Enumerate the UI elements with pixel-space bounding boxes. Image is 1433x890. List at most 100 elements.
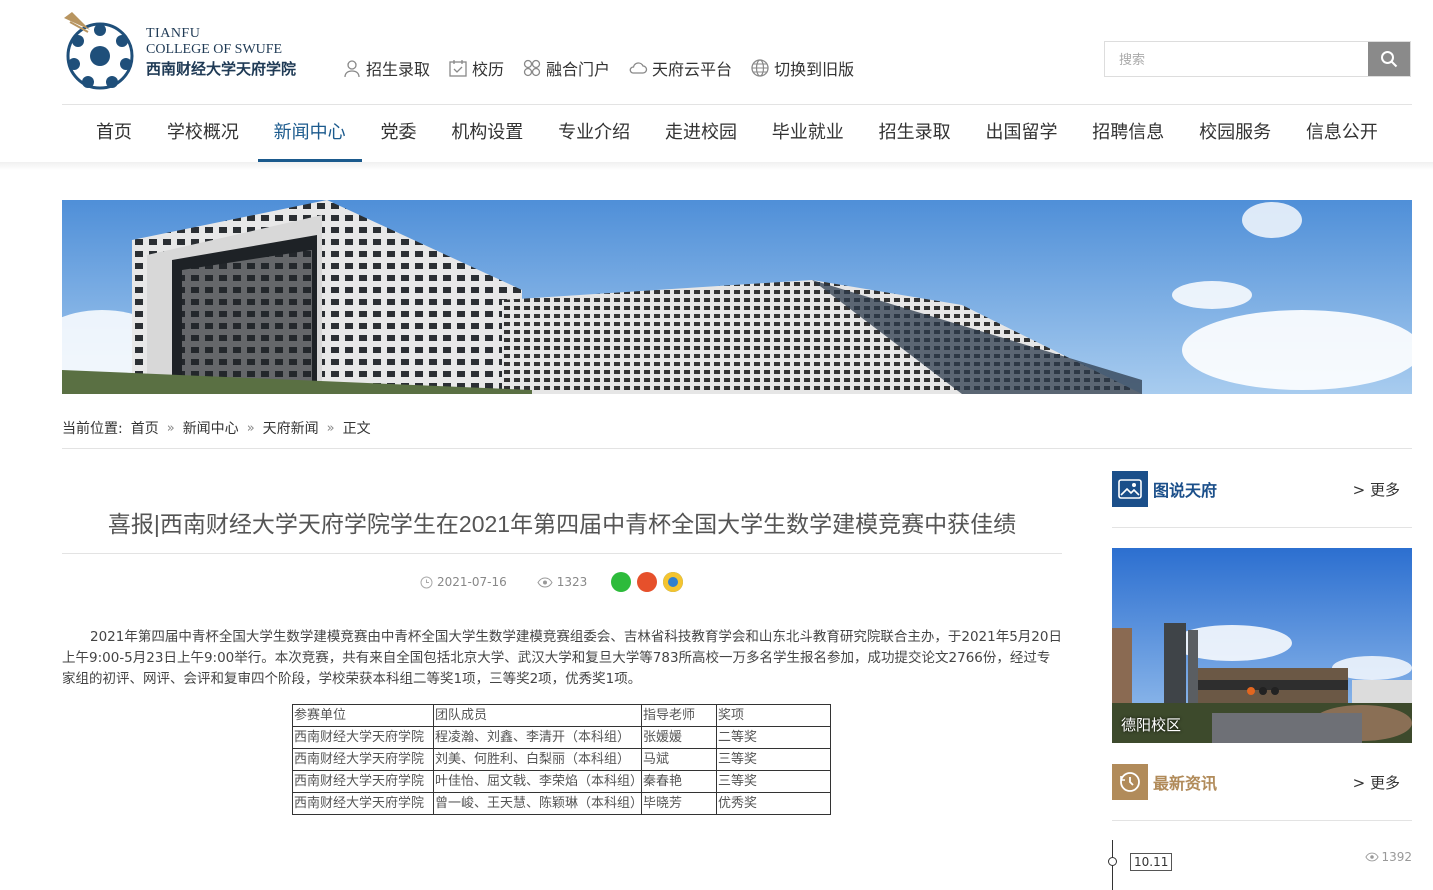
- table-header-cell: 团队成员: [433, 704, 642, 727]
- news-views-value: 1392: [1381, 850, 1412, 864]
- logo-emblem-icon: [64, 12, 134, 90]
- news-date-badge: 10.11: [1130, 853, 1173, 871]
- breadcrumb-separator: »: [246, 420, 255, 436]
- table-cell: 三等奖: [716, 770, 831, 793]
- nav-item[interactable]: 走进校园: [649, 104, 753, 162]
- table-header-cell: 指导老师: [641, 704, 717, 727]
- search-input[interactable]: [1105, 42, 1368, 76]
- quick-link-label: 融合门户: [546, 60, 611, 79]
- nav-item[interactable]: 招聘信息: [1076, 104, 1180, 162]
- breadcrumb-tianfu-news[interactable]: 天府新闻: [263, 418, 319, 438]
- weibo-share-icon[interactable]: [637, 572, 658, 592]
- nav-item[interactable]: 毕业就业: [756, 104, 860, 162]
- carousel-dot[interactable]: [1259, 687, 1267, 695]
- table-cell: 马斌: [641, 748, 717, 771]
- calendar-icon: [449, 60, 467, 77]
- breadcrumb-separator: »: [326, 420, 335, 436]
- table-cell: 二等奖: [716, 726, 831, 749]
- breadcrumb-prefix: 当前位置:: [62, 421, 123, 437]
- quick-link-old-version[interactable]: 切换到旧版: [750, 56, 854, 80]
- sidebar-news-title: 最新资讯: [1153, 774, 1218, 793]
- table-cell: 西南财经大学天府学院: [292, 792, 434, 815]
- campus-banner-image: [62, 200, 1412, 394]
- main-nav: 首页 学校概况 新闻中心 党委 机构设置 专业介绍 走进校园 毕业就业 招生录取 出国留学 招聘信息…: [62, 104, 1412, 162]
- campus-photo-carousel[interactable]: 德阳校区: [1112, 548, 1412, 743]
- share-buttons: [611, 572, 684, 592]
- nav-item[interactable]: 专业介绍: [542, 104, 646, 162]
- picture-icon: [1112, 471, 1148, 507]
- nav-item[interactable]: 信息公开: [1290, 104, 1394, 162]
- nav-item[interactable]: 学校概况: [151, 104, 255, 162]
- title-divider: [62, 553, 1062, 554]
- quick-link-admission[interactable]: 招生录取: [342, 56, 430, 80]
- sidebar-divider: [1112, 527, 1412, 528]
- breadcrumb-current: 正文: [342, 421, 371, 437]
- table-header-row: 参赛单位 团队成员 指导老师 奖项: [292, 704, 831, 727]
- globe-icon: [751, 59, 769, 77]
- nav-item[interactable]: 首页: [80, 104, 148, 162]
- breadcrumb-home[interactable]: 首页: [131, 418, 159, 438]
- breadcrumb-separator: »: [166, 420, 175, 436]
- table-header-cell: 奖项: [716, 704, 831, 727]
- nav-item[interactable]: 招生录取: [863, 104, 967, 162]
- breadcrumb-divider: [62, 448, 1412, 449]
- table-row: 西南财经大学天府学院 刘美、何胜利、白梨丽（本科组） 马斌 三等奖: [292, 748, 831, 771]
- table-row: 西南财经大学天府学院 叶佳怡、屈文戟、李荣焰（本科组） 秦春艳 三等奖: [292, 770, 831, 793]
- award-table: 参赛单位 团队成员 指导老师 奖项 西南财经大学天府学院 程凌瀚、刘鑫、李清开（本科组）张…: [292, 704, 831, 815]
- carousel-dot[interactable]: [1247, 687, 1255, 695]
- search-box: [1104, 41, 1411, 77]
- carousel-dot[interactable]: [1271, 687, 1279, 695]
- clock-icon: [420, 576, 433, 588]
- quick-link-label: 天府云平台: [652, 60, 733, 79]
- logo-line3: 西南财经大学天府学院: [146, 62, 297, 78]
- view-count-value: 1323: [556, 575, 588, 589]
- search-button[interactable]: [1368, 42, 1410, 76]
- quick-link-cloud[interactable]: 天府云平台: [628, 56, 732, 80]
- article-title: 喜报|西南财经大学天府学院学生在2021年第四届中青杯全国大学生数学建模竞赛中获…: [107, 511, 1017, 537]
- quick-link-portal[interactable]: 融合门户: [522, 56, 610, 80]
- eye-icon: [1365, 852, 1380, 862]
- nav-item[interactable]: 出国留学: [969, 104, 1073, 162]
- table-header-cell: 参赛单位: [292, 704, 434, 727]
- table-row: 西南财经大学天府学院 程凌瀚、刘鑫、李清开（本科组） 张媛媛 二等奖: [292, 726, 831, 749]
- eye-icon: [537, 576, 553, 588]
- quick-links: 招生录取 校历 融合门户 天府云平台 切换到旧版: [342, 56, 854, 80]
- quick-link-label: 校历: [472, 60, 505, 79]
- table-row: 西南财经大学天府学院 曾一峻、王天慧、陈颖琳（本科组） 毕晓芳 优秀奖: [292, 792, 831, 815]
- wechat-share-icon[interactable]: [611, 572, 632, 592]
- table-cell: 西南财经大学天府学院: [292, 726, 434, 749]
- history-icon: [1112, 764, 1148, 800]
- sidebar-pictures-more-link[interactable]: > 更多: [1353, 479, 1400, 500]
- table-cell: 三等奖: [716, 748, 831, 771]
- logo-line1: TIANFU: [146, 26, 201, 41]
- publish-date-value: 2021-07-16: [437, 575, 507, 589]
- publish-date: 2021-07-16: [420, 575, 507, 589]
- carousel-dots: [1247, 687, 1279, 695]
- timeline-dot: [1108, 857, 1117, 866]
- table-cell: 秦春艳: [641, 770, 717, 793]
- nav-item[interactable]: 党委: [364, 104, 432, 162]
- sidebar-pictures-header: 图说天府 > 更多: [1112, 471, 1412, 507]
- breadcrumb-news-center[interactable]: 新闻中心: [183, 418, 239, 438]
- nav-item[interactable]: 校园服务: [1183, 104, 1287, 162]
- sidebar-news-more-link[interactable]: > 更多: [1353, 772, 1400, 793]
- news-views: 1392: [1365, 850, 1412, 864]
- photo-caption: 德阳校区: [1121, 716, 1182, 734]
- college-logo[interactable]: TIANFU COLLEGE OF SWUFE 西南财经大学天府学院: [60, 8, 310, 94]
- search-icon: [1381, 51, 1398, 68]
- article-body: 2021年第四届中青杯全国大学生数学建模竞赛由中青杯全国大学生数学建模竞赛组委会…: [62, 629, 1062, 687]
- table-cell: 张媛媛: [641, 726, 717, 749]
- qzone-share-icon[interactable]: [663, 572, 684, 592]
- table-cell: 西南财经大学天府学院: [292, 748, 434, 771]
- table-cell: 西南财经大学天府学院: [292, 770, 434, 793]
- quick-link-calendar[interactable]: 校历: [448, 56, 504, 80]
- table-cell: 刘美、何胜利、白梨丽（本科组）: [433, 748, 642, 771]
- nav-shadow: [0, 162, 1433, 170]
- table-cell: 优秀奖: [716, 792, 831, 815]
- news-timeline: 10.11 1392: [1108, 840, 1412, 890]
- view-count: 1323: [537, 575, 588, 589]
- nav-item[interactable]: 机构设置: [435, 104, 539, 162]
- nav-item[interactable]: 新闻中心: [257, 104, 362, 162]
- article-meta: 2021-07-16 1323: [420, 572, 684, 592]
- table-cell: 叶佳怡、屈文戟、李荣焰（本科组）: [433, 770, 643, 793]
